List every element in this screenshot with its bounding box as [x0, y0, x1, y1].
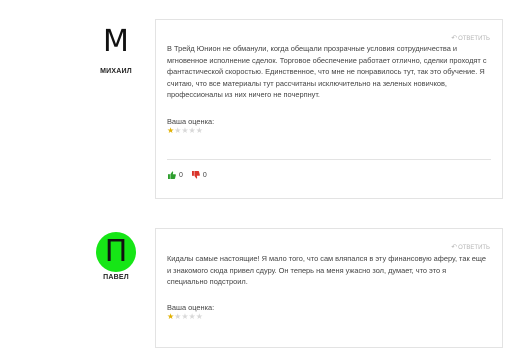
vote-bar: 0 0 [168, 171, 207, 179]
rating-label: Ваша оценка: [167, 117, 215, 126]
reply-button[interactable]: ↶ОТВЕТИТЬ [451, 34, 490, 42]
review-card: ↶ОТВЕТИТЬ В Трейд Юнион не обманули, ког… [155, 19, 503, 199]
divider [167, 159, 491, 160]
reply-icon: ↶ [451, 244, 458, 251]
like-button[interactable]: 0 [168, 171, 183, 179]
author-name: МИХАИЛ [100, 68, 132, 75]
star-empty-icon[interactable]: ★ [189, 312, 196, 321]
avatar-initial: М [103, 24, 129, 59]
like-count: 0 [179, 171, 183, 179]
dislike-button[interactable]: 0 [191, 171, 207, 179]
star-empty-icon[interactable]: ★ [181, 312, 188, 321]
star-empty-icon[interactable]: ★ [196, 312, 203, 321]
rating-label: Ваша оценка: [167, 303, 215, 312]
dislike-count: 0 [202, 171, 207, 179]
review-card: ↶ОТВЕТИТЬ Кидалы самые настоящие! Я мало… [155, 228, 503, 348]
reply-label: ОТВЕТИТЬ [458, 36, 490, 42]
review-author: М МИХАИЛ [80, 22, 152, 76]
star-empty-icon[interactable]: ★ [181, 126, 188, 135]
avatar: М [96, 22, 136, 62]
author-name: ПАВЕЛ [103, 274, 129, 281]
review-author: П ПАВЕЛ [80, 232, 152, 281]
rating-stars[interactable]: ★★★★★ [167, 127, 203, 135]
thumbs-down-icon [191, 171, 200, 179]
avatar-initial: П [104, 234, 128, 269]
thumbs-up-icon [168, 171, 176, 179]
reply-icon: ↶ [451, 35, 458, 42]
review-text: В Трейд Юнион не обманули, когда обещали… [167, 44, 487, 99]
reply-label: ОТВЕТИТЬ [458, 245, 490, 251]
star-empty-icon[interactable]: ★ [189, 126, 196, 135]
reply-button[interactable]: ↶ОТВЕТИТЬ [451, 243, 490, 251]
rating-stars[interactable]: ★★★★★ [167, 313, 203, 321]
avatar: П [96, 232, 136, 272]
review-text: Кидалы самые настоящие! Я мало того, что… [167, 254, 486, 286]
star-empty-icon[interactable]: ★ [196, 126, 203, 135]
